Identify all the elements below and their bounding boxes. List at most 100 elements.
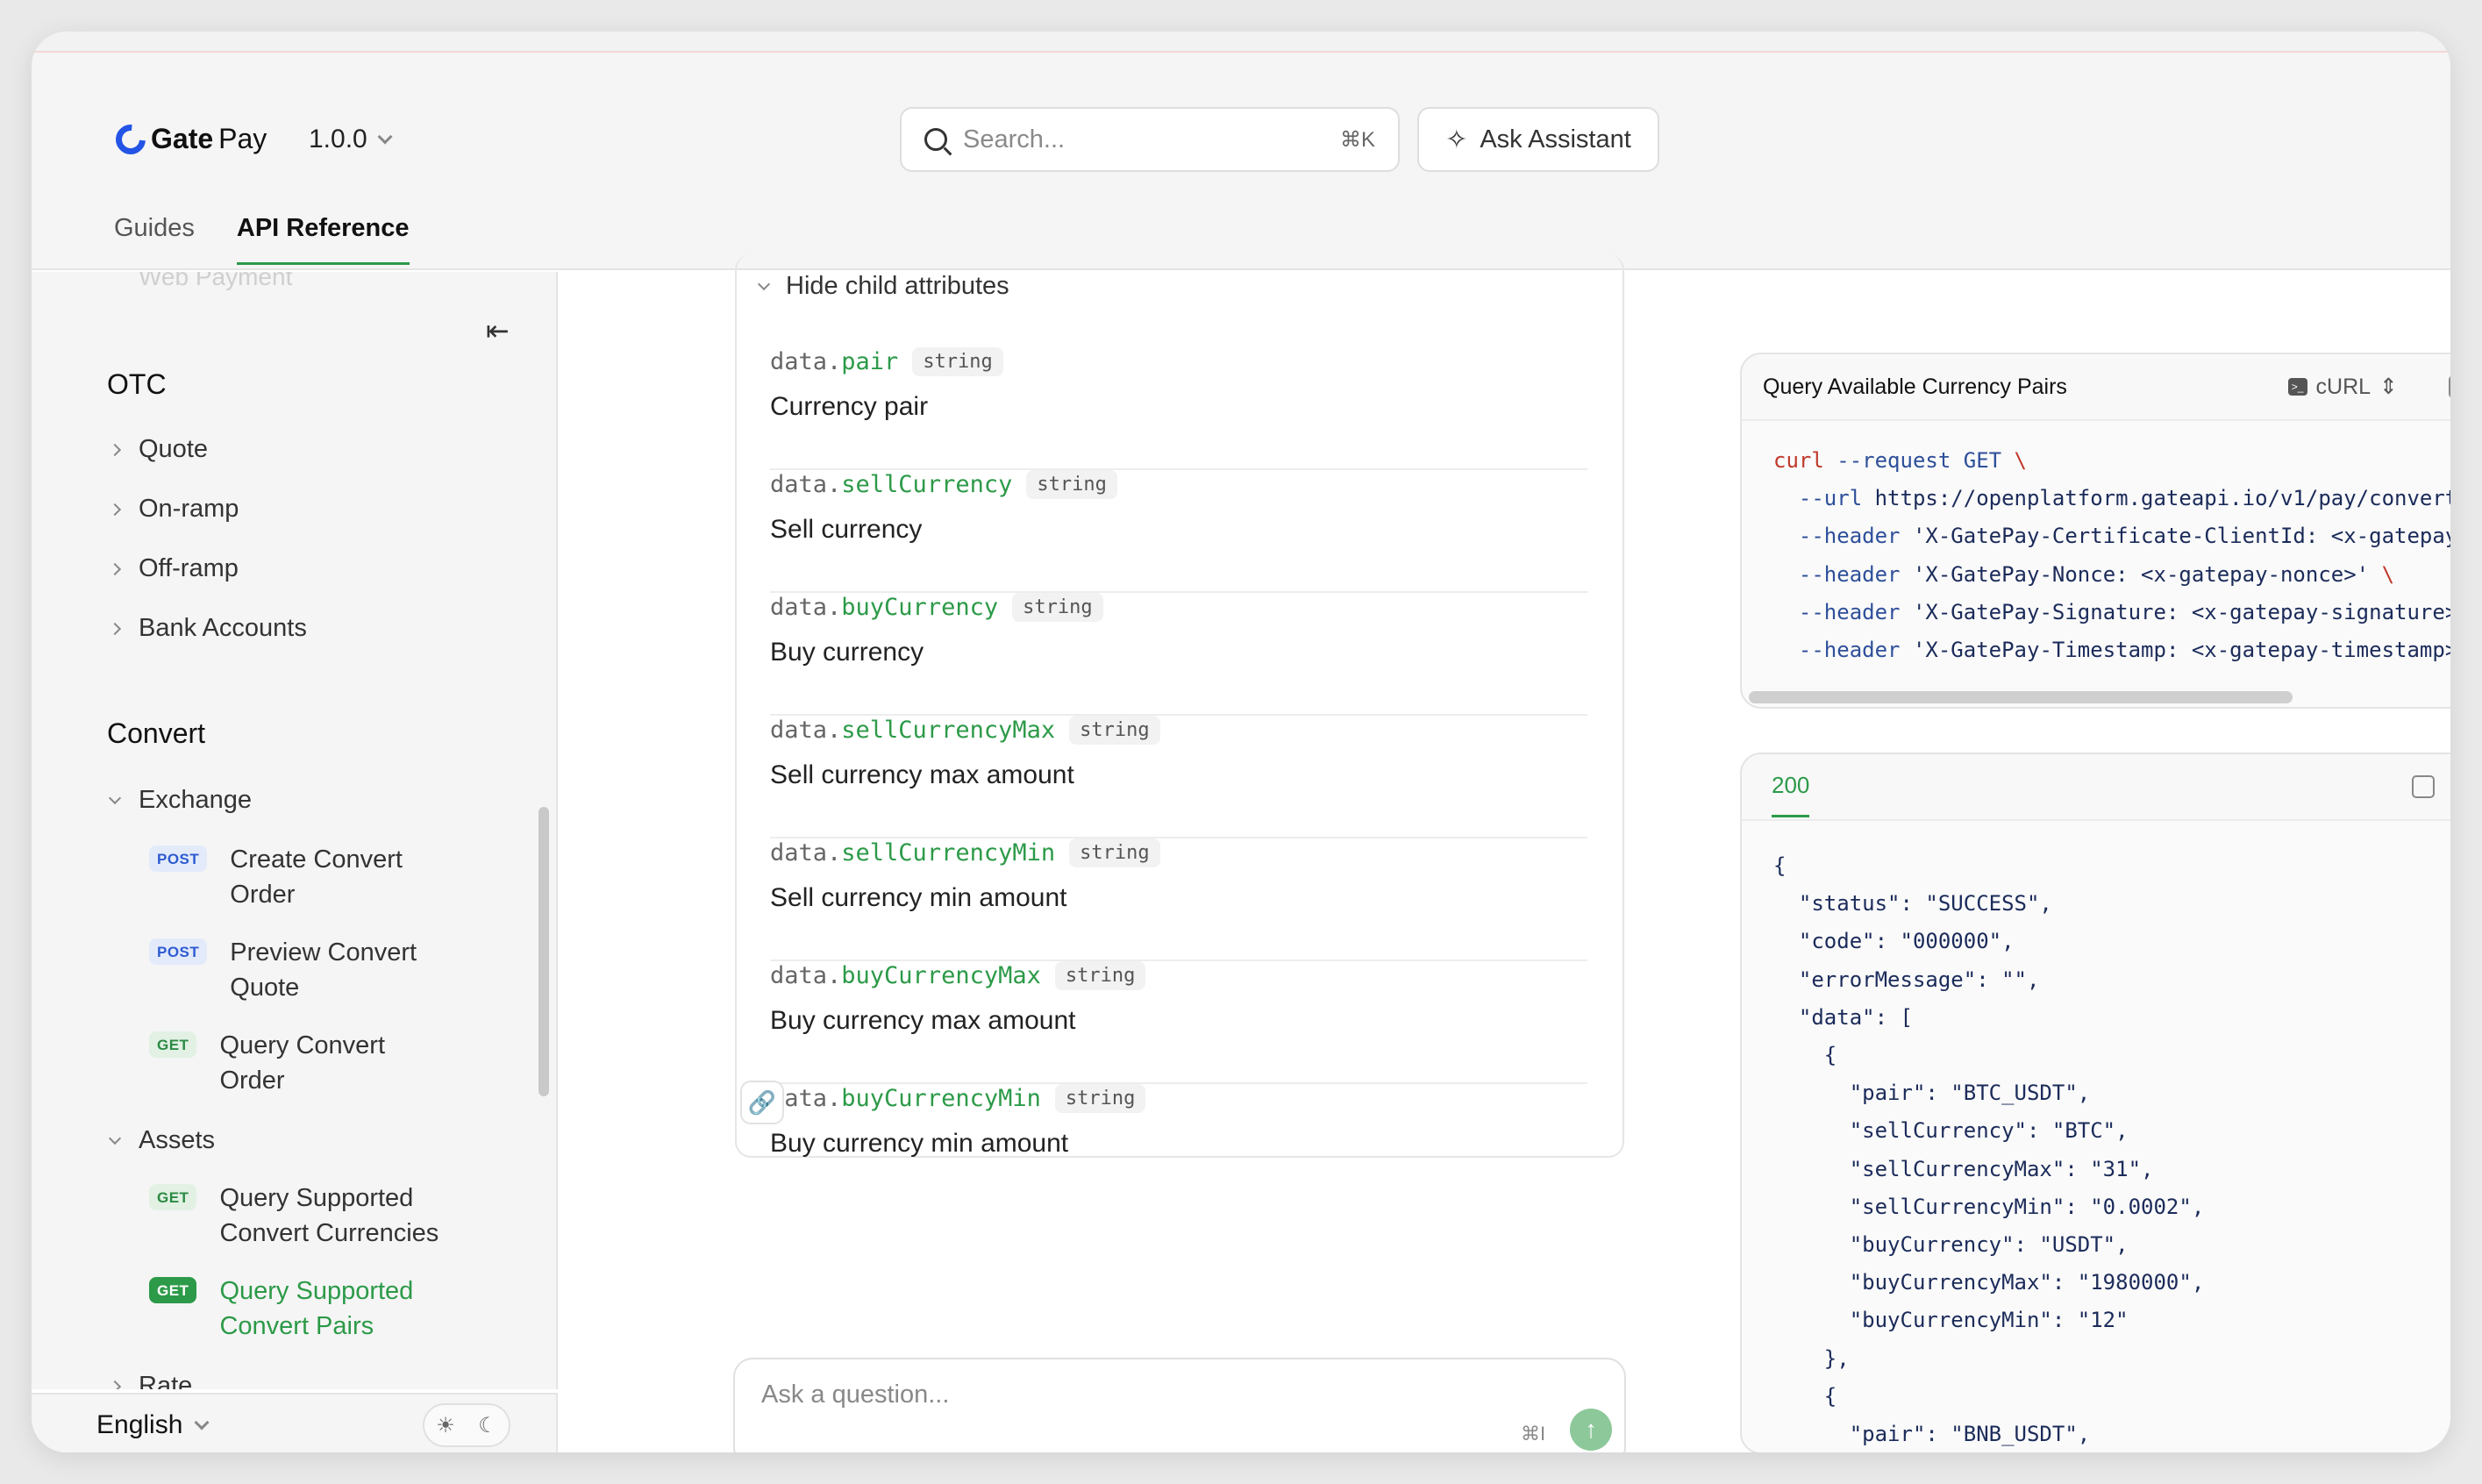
chevron-down-icon bbox=[194, 1415, 210, 1430]
sidebar-footer: English ☀ ☾ bbox=[32, 1393, 558, 1452]
response-code-block[interactable]: { "status": "SUCCESS", "code": "000000",… bbox=[1773, 847, 2204, 1452]
ask-assistant-button[interactable]: ✧ Ask Assistant bbox=[1417, 107, 1659, 172]
ask-placeholder: Ask a question... bbox=[761, 1381, 950, 1409]
chevron-right-icon bbox=[108, 622, 122, 635]
request-code-block[interactable]: curl --request GET \ --url https://openp… bbox=[1773, 442, 2450, 669]
field-key: sellCurrencyMin bbox=[841, 839, 1056, 867]
field-name: data.sellCurrency string bbox=[770, 470, 1587, 499]
send-button[interactable]: ↑ bbox=[1570, 1409, 1612, 1451]
sidebar-item-label: Bank Accounts bbox=[139, 614, 307, 642]
field-key: buyCurrencyMin bbox=[841, 1085, 1041, 1112]
field-type-badge: string bbox=[1054, 1084, 1146, 1113]
language-selector[interactable]: English bbox=[96, 1410, 210, 1440]
json-line: "status": "SUCCESS", bbox=[1773, 891, 2052, 917]
code-language-selector[interactable]: >_ cURL ⇕ bbox=[2287, 374, 2398, 400]
sidebar-item-label: Exchange bbox=[139, 786, 252, 814]
json-line: "sellCurrencyMin": "0.0002", bbox=[1773, 1194, 2205, 1219]
sun-icon[interactable]: ☀ bbox=[436, 1413, 455, 1438]
brand-logo[interactable]: Gate Pay bbox=[110, 118, 267, 161]
sidebar-item-label: Assets bbox=[139, 1126, 216, 1154]
gate-logo-icon bbox=[110, 118, 152, 161]
sidebar-item-quote[interactable]: Quote bbox=[108, 435, 208, 464]
response-header: 200 bbox=[1742, 754, 2450, 821]
link-icon[interactable]: 🔗 bbox=[740, 1081, 784, 1124]
sidebar-item-assets[interactable]: Assets bbox=[108, 1126, 216, 1155]
sidebar-item-create-convert-order[interactable]: POST Create Convert Order bbox=[149, 842, 526, 912]
version-selector[interactable]: 1.0.0 bbox=[309, 125, 393, 154]
field-prefix: data. bbox=[770, 839, 842, 867]
sidebar-item-query-convert-order[interactable]: GET Query Convert Order bbox=[149, 1028, 526, 1098]
app-window: Gate Pay 1.0.0 Search... ⌘K ✧ Ask Assist… bbox=[32, 32, 2450, 1452]
search-placeholder: Search... bbox=[963, 125, 1066, 153]
sidebar-item-off-ramp[interactable]: Off-ramp bbox=[108, 554, 239, 583]
field-type-badge: string bbox=[1026, 470, 1117, 499]
sidebar-item-web-payment[interactable]: Web Payment bbox=[139, 272, 292, 291]
field-key: sellCurrency bbox=[841, 471, 1013, 498]
code-line: curl --request GET \ bbox=[1773, 442, 2450, 480]
response-status-tab[interactable]: 200 bbox=[1772, 772, 1810, 817]
code-horizontal-scrollbar[interactable] bbox=[1749, 691, 2293, 703]
field-description: Buy currency min amount bbox=[770, 1129, 1069, 1158]
sidebar-item-label: Rate bbox=[139, 1372, 193, 1389]
window-top-strip bbox=[32, 32, 2450, 53]
sidebar-item-exchange[interactable]: Exchange bbox=[108, 786, 252, 815]
json-line: "buyCurrency": "USDT", bbox=[1773, 1232, 2129, 1258]
response-code-panel: 200 { "status": "SUCCESS", "code": "0000… bbox=[1740, 753, 2450, 1452]
sidebar-item-on-ramp[interactable]: On-ramp bbox=[108, 495, 239, 524]
json-line: "buyCurrencyMin": "12" bbox=[1773, 1308, 2129, 1333]
code-language-label: cURL bbox=[2315, 374, 2371, 399]
code-line: --header 'X-GatePay-Timestamp: <x-gatepa… bbox=[1773, 631, 2450, 669]
main-content: Hide child attributes data.pair string Cur… bbox=[560, 254, 1638, 1452]
moon-icon[interactable]: ☾ bbox=[478, 1413, 497, 1438]
code-token: --header bbox=[1773, 599, 1913, 624]
code-token: 'X-GatePay-Timestamp: <x-gatepay-timesta… bbox=[1912, 638, 2450, 663]
field-row: data.sellCurrency string Sell currency bbox=[770, 470, 1587, 593]
copy-icon[interactable] bbox=[2412, 775, 2435, 798]
search-input[interactable]: Search... ⌘K bbox=[900, 107, 1400, 172]
field-name: data.buyCurrencyMax string bbox=[770, 961, 1587, 990]
field-description: Sell currency bbox=[770, 515, 923, 544]
updown-icon: ⇕ bbox=[2379, 375, 2398, 399]
sidebar-item-label: Query Supported Convert Currencies bbox=[219, 1184, 439, 1247]
sidebar-scrollbar[interactable] bbox=[538, 807, 549, 1096]
sidebar-item-label: Create Convert Order bbox=[230, 845, 403, 909]
sidebar-item-query-supported-convert-pairs[interactable]: GET Query Supported Convert Pairs bbox=[149, 1274, 526, 1344]
chevron-right-icon bbox=[108, 1380, 122, 1389]
json-line: "code": "000000", bbox=[1773, 929, 2015, 954]
code-token: --url bbox=[1773, 486, 1875, 511]
field-path: data.sellCurrency bbox=[770, 471, 1012, 498]
hide-child-attributes-toggle[interactable]: Hide child attributes bbox=[757, 272, 1009, 301]
code-line: --url https://openplatform.gateapi.io/v1… bbox=[1773, 480, 2450, 517]
copy-icon[interactable] bbox=[2449, 375, 2450, 398]
request-code-panel: Query Available Currency Pairs >_ cURL ⇕… bbox=[1740, 353, 2450, 709]
code-token: curl bbox=[1773, 448, 1824, 473]
tab-guides[interactable]: Guides bbox=[114, 214, 195, 265]
field-prefix: data. bbox=[770, 594, 842, 621]
chevron-down-icon bbox=[108, 1131, 122, 1145]
sidebar-item-label: Off-ramp bbox=[139, 554, 239, 582]
collapse-sidebar-icon[interactable]: ⇤ bbox=[486, 314, 510, 347]
sidebar-item-bank-accounts[interactable]: Bank Accounts bbox=[108, 614, 307, 643]
json-line: "pair": "BTC_USDT", bbox=[1773, 1081, 2091, 1106]
brand-pay-text: Pay bbox=[218, 123, 267, 154]
ask-shortcut: ⌘I bbox=[1521, 1423, 1546, 1445]
json-line: "pair": "BNB_USDT", bbox=[1773, 1422, 2091, 1447]
field-prefix: data. bbox=[770, 471, 842, 498]
tab-api-reference[interactable]: API Reference bbox=[236, 214, 410, 265]
ask-question-input[interactable]: Ask a question... ⌘I ↑ bbox=[733, 1358, 1626, 1452]
sidebar-item-preview-convert-quote[interactable]: POST Preview Convert Quote bbox=[149, 935, 526, 1005]
field-type-badge: string bbox=[1054, 961, 1146, 990]
brand-gate-text: Gate bbox=[151, 123, 214, 154]
field-type-badge: string bbox=[1069, 838, 1160, 867]
sidebar-item-query-supported-convert-currencies[interactable]: GET Query Supported Convert Currencies bbox=[149, 1181, 526, 1251]
field-row: data.sellCurrencyMax string Sell currency … bbox=[770, 716, 1587, 838]
sidebar-item-rate[interactable]: Rate bbox=[108, 1372, 193, 1389]
top-header: Gate Pay 1.0.0 Search... ⌘K ✧ Ask Assist… bbox=[32, 53, 2450, 270]
field-description: Currency pair bbox=[770, 392, 929, 421]
json-line: "errorMessage": "", bbox=[1773, 967, 2040, 992]
theme-toggle[interactable]: ☀ ☾ bbox=[423, 1403, 510, 1447]
field-key: buyCurrencyMax bbox=[841, 962, 1041, 989]
field-prefix: data. bbox=[770, 717, 842, 744]
chevron-right-icon bbox=[108, 503, 122, 516]
field-path: data.sellCurrencyMin bbox=[770, 839, 1055, 867]
